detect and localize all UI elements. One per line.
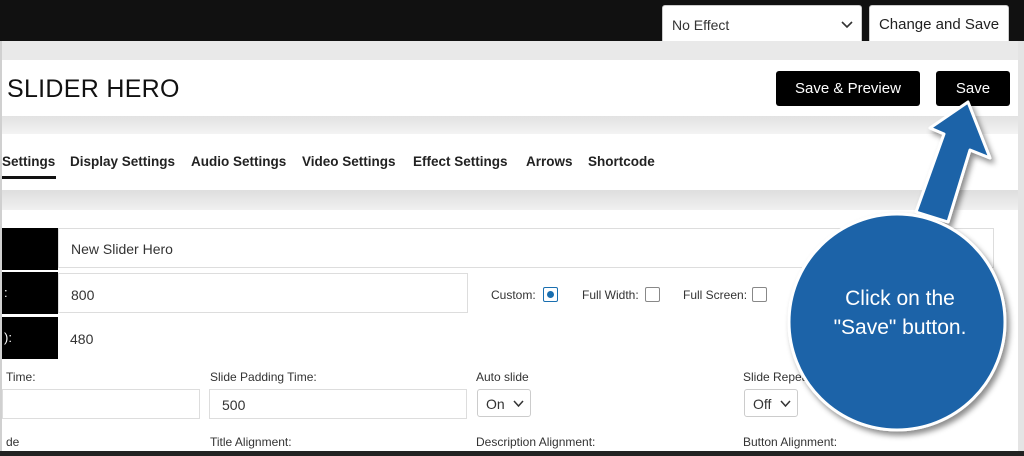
effect-select[interactable]: No Effect <box>662 5 862 44</box>
height-label: ): <box>2 317 58 359</box>
width-value: 800 <box>71 287 95 303</box>
tab-settings[interactable]: Settings <box>2 154 55 169</box>
time-input[interactable] <box>2 389 200 419</box>
page-title: SLIDER HERO <box>7 75 180 103</box>
selected-dot <box>547 291 554 298</box>
callout-text: Click on the "Save" button. <box>833 287 967 339</box>
effect-select-value: No Effect <box>672 17 730 33</box>
description-alignment-label: Description Alignment: <box>476 435 596 449</box>
chevron-down-icon <box>841 21 853 29</box>
height-value[interactable]: 480 <box>58 331 93 347</box>
full-screen-option-label: Full Screen: <box>683 288 748 302</box>
slide-padding-time-label: Slide Padding Time: <box>210 370 317 384</box>
tab-shortcode[interactable]: Shortcode <box>588 154 655 169</box>
tab-video-settings[interactable]: Video Settings <box>302 154 396 169</box>
callout-annotation <box>787 100 1007 432</box>
tab-effect-settings[interactable]: Effect Settings <box>413 154 508 169</box>
callout-arrow <box>914 100 992 224</box>
slide-padding-value: 500 <box>222 397 246 413</box>
name-label <box>2 228 58 270</box>
slide-repeat-value: Off <box>753 396 772 412</box>
auto-slide-select[interactable]: On <box>477 389 531 417</box>
mode-label: de <box>6 435 20 449</box>
slider-name-value: New Slider Hero <box>71 241 173 257</box>
time-label: Time: <box>6 370 36 384</box>
change-and-save-button[interactable]: Change and Save <box>869 5 1009 44</box>
auto-slide-label: Auto slide <box>476 370 529 384</box>
chevron-down-icon <box>513 400 524 408</box>
tab-display-settings[interactable]: Display Settings <box>70 154 175 169</box>
tab-arrows[interactable]: Arrows <box>526 154 573 169</box>
custom-option-label: Custom: <box>491 288 536 302</box>
width-input[interactable]: 800 <box>58 273 468 313</box>
title-alignment-label: Title Alignment: <box>210 435 292 449</box>
custom-option-radio[interactable] <box>543 287 558 302</box>
full-screen-checkbox[interactable] <box>752 287 767 302</box>
tab-audio-settings[interactable]: Audio Settings <box>191 154 286 169</box>
active-tab-indicator <box>2 176 56 179</box>
slide-padding-time-input[interactable]: 500 <box>209 389 467 419</box>
full-width-option-label: Full Width: <box>582 288 639 302</box>
auto-slide-value: On <box>486 396 505 412</box>
full-width-checkbox[interactable] <box>645 287 660 302</box>
width-label: : <box>2 272 58 314</box>
header-top-gap <box>2 41 1018 60</box>
